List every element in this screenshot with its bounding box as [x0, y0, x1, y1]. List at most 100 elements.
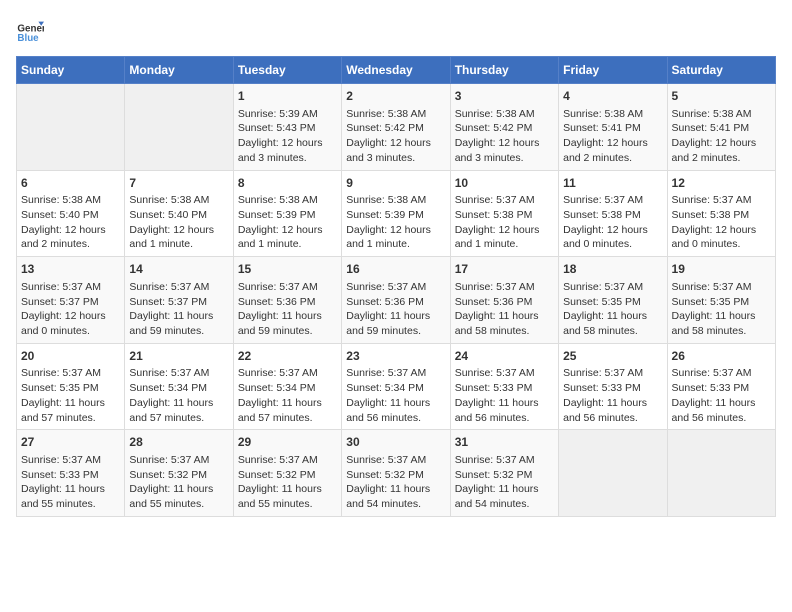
calendar-cell: 7Sunrise: 5:38 AMSunset: 5:40 PMDaylight…	[125, 170, 233, 257]
day-content: Daylight: 12 hours and 2 minutes.	[21, 223, 120, 252]
day-content: Sunset: 5:33 PM	[672, 381, 771, 396]
calendar-cell: 3Sunrise: 5:38 AMSunset: 5:42 PMDaylight…	[450, 84, 558, 171]
calendar-table: SundayMondayTuesdayWednesdayThursdayFrid…	[16, 56, 776, 517]
day-content: Sunrise: 5:37 AM	[129, 453, 228, 468]
day-content: Sunset: 5:32 PM	[455, 468, 554, 483]
day-content: Sunrise: 5:37 AM	[563, 366, 662, 381]
calendar-cell: 14Sunrise: 5:37 AMSunset: 5:37 PMDayligh…	[125, 257, 233, 344]
day-content: Daylight: 11 hours and 59 minutes.	[129, 309, 228, 338]
day-content: Daylight: 12 hours and 2 minutes.	[563, 136, 662, 165]
day-content: Daylight: 11 hours and 59 minutes.	[238, 309, 337, 338]
day-number: 4	[563, 88, 662, 105]
day-number: 11	[563, 175, 662, 192]
day-number: 21	[129, 348, 228, 365]
day-content: Daylight: 11 hours and 58 minutes.	[672, 309, 771, 338]
day-number: 29	[238, 434, 337, 451]
calendar-cell: 25Sunrise: 5:37 AMSunset: 5:33 PMDayligh…	[559, 343, 667, 430]
day-content: Sunrise: 5:37 AM	[129, 366, 228, 381]
day-content: Sunset: 5:42 PM	[455, 121, 554, 136]
day-number: 18	[563, 261, 662, 278]
day-number: 13	[21, 261, 120, 278]
day-content: Sunrise: 5:37 AM	[238, 366, 337, 381]
calendar-header: SundayMondayTuesdayWednesdayThursdayFrid…	[17, 57, 776, 84]
calendar-cell: 18Sunrise: 5:37 AMSunset: 5:35 PMDayligh…	[559, 257, 667, 344]
day-content: Sunrise: 5:37 AM	[238, 453, 337, 468]
day-number: 27	[21, 434, 120, 451]
day-content: Sunset: 5:41 PM	[563, 121, 662, 136]
weekday-header-tuesday: Tuesday	[233, 57, 341, 84]
day-content: Sunrise: 5:37 AM	[21, 366, 120, 381]
calendar-cell: 5Sunrise: 5:38 AMSunset: 5:41 PMDaylight…	[667, 84, 775, 171]
day-content: Sunrise: 5:37 AM	[672, 193, 771, 208]
day-number: 7	[129, 175, 228, 192]
day-content: Sunset: 5:35 PM	[672, 295, 771, 310]
calendar-cell: 23Sunrise: 5:37 AMSunset: 5:34 PMDayligh…	[342, 343, 450, 430]
day-content: Sunset: 5:33 PM	[455, 381, 554, 396]
day-content: Sunrise: 5:37 AM	[672, 280, 771, 295]
calendar-cell: 24Sunrise: 5:37 AMSunset: 5:33 PMDayligh…	[450, 343, 558, 430]
day-content: Sunrise: 5:38 AM	[672, 107, 771, 122]
day-content: Sunrise: 5:38 AM	[346, 193, 445, 208]
day-content: Daylight: 11 hours and 56 minutes.	[346, 396, 445, 425]
logo-icon: General Blue	[16, 16, 44, 44]
day-content: Sunrise: 5:37 AM	[672, 366, 771, 381]
day-number: 5	[672, 88, 771, 105]
calendar-cell: 12Sunrise: 5:37 AMSunset: 5:38 PMDayligh…	[667, 170, 775, 257]
calendar-cell: 29Sunrise: 5:37 AMSunset: 5:32 PMDayligh…	[233, 430, 341, 517]
day-number: 3	[455, 88, 554, 105]
calendar-week-1: 1Sunrise: 5:39 AMSunset: 5:43 PMDaylight…	[17, 84, 776, 171]
day-content: Sunset: 5:33 PM	[21, 468, 120, 483]
day-content: Sunrise: 5:38 AM	[129, 193, 228, 208]
day-number: 25	[563, 348, 662, 365]
day-content: Sunset: 5:36 PM	[238, 295, 337, 310]
calendar-cell: 1Sunrise: 5:39 AMSunset: 5:43 PMDaylight…	[233, 84, 341, 171]
calendar-cell: 4Sunrise: 5:38 AMSunset: 5:41 PMDaylight…	[559, 84, 667, 171]
weekday-header-wednesday: Wednesday	[342, 57, 450, 84]
day-content: Sunrise: 5:37 AM	[238, 280, 337, 295]
day-content: Sunset: 5:33 PM	[563, 381, 662, 396]
calendar-cell: 9Sunrise: 5:38 AMSunset: 5:39 PMDaylight…	[342, 170, 450, 257]
calendar-cell: 6Sunrise: 5:38 AMSunset: 5:40 PMDaylight…	[17, 170, 125, 257]
day-content: Sunset: 5:39 PM	[238, 208, 337, 223]
day-content: Sunset: 5:36 PM	[346, 295, 445, 310]
calendar-week-5: 27Sunrise: 5:37 AMSunset: 5:33 PMDayligh…	[17, 430, 776, 517]
calendar-cell	[559, 430, 667, 517]
day-number: 9	[346, 175, 445, 192]
day-content: Daylight: 12 hours and 0 minutes.	[672, 223, 771, 252]
day-number: 24	[455, 348, 554, 365]
day-number: 23	[346, 348, 445, 365]
day-content: Sunset: 5:35 PM	[563, 295, 662, 310]
day-content: Sunrise: 5:37 AM	[563, 193, 662, 208]
logo: General Blue	[16, 16, 48, 44]
day-content: Daylight: 12 hours and 1 minute.	[238, 223, 337, 252]
day-content: Sunset: 5:38 PM	[672, 208, 771, 223]
day-content: Daylight: 12 hours and 1 minute.	[129, 223, 228, 252]
weekday-header-sunday: Sunday	[17, 57, 125, 84]
day-content: Daylight: 11 hours and 59 minutes.	[346, 309, 445, 338]
calendar-cell: 28Sunrise: 5:37 AMSunset: 5:32 PMDayligh…	[125, 430, 233, 517]
day-number: 16	[346, 261, 445, 278]
calendar-week-4: 20Sunrise: 5:37 AMSunset: 5:35 PMDayligh…	[17, 343, 776, 430]
day-content: Sunrise: 5:37 AM	[129, 280, 228, 295]
day-content: Daylight: 12 hours and 3 minutes.	[455, 136, 554, 165]
day-content: Sunset: 5:40 PM	[129, 208, 228, 223]
weekday-header-thursday: Thursday	[450, 57, 558, 84]
calendar-cell: 8Sunrise: 5:38 AMSunset: 5:39 PMDaylight…	[233, 170, 341, 257]
calendar-cell: 26Sunrise: 5:37 AMSunset: 5:33 PMDayligh…	[667, 343, 775, 430]
calendar-cell	[125, 84, 233, 171]
day-content: Sunrise: 5:37 AM	[455, 453, 554, 468]
day-content: Sunrise: 5:37 AM	[455, 280, 554, 295]
day-content: Sunset: 5:35 PM	[21, 381, 120, 396]
day-content: Sunset: 5:34 PM	[129, 381, 228, 396]
day-content: Daylight: 12 hours and 1 minute.	[346, 223, 445, 252]
day-content: Sunset: 5:42 PM	[346, 121, 445, 136]
day-number: 2	[346, 88, 445, 105]
calendar-cell: 20Sunrise: 5:37 AMSunset: 5:35 PMDayligh…	[17, 343, 125, 430]
day-content: Sunrise: 5:37 AM	[346, 280, 445, 295]
svg-text:Blue: Blue	[17, 33, 39, 44]
day-content: Sunset: 5:40 PM	[21, 208, 120, 223]
day-content: Daylight: 11 hours and 57 minutes.	[238, 396, 337, 425]
calendar-cell: 13Sunrise: 5:37 AMSunset: 5:37 PMDayligh…	[17, 257, 125, 344]
day-content: Daylight: 12 hours and 0 minutes.	[563, 223, 662, 252]
day-content: Daylight: 11 hours and 56 minutes.	[672, 396, 771, 425]
